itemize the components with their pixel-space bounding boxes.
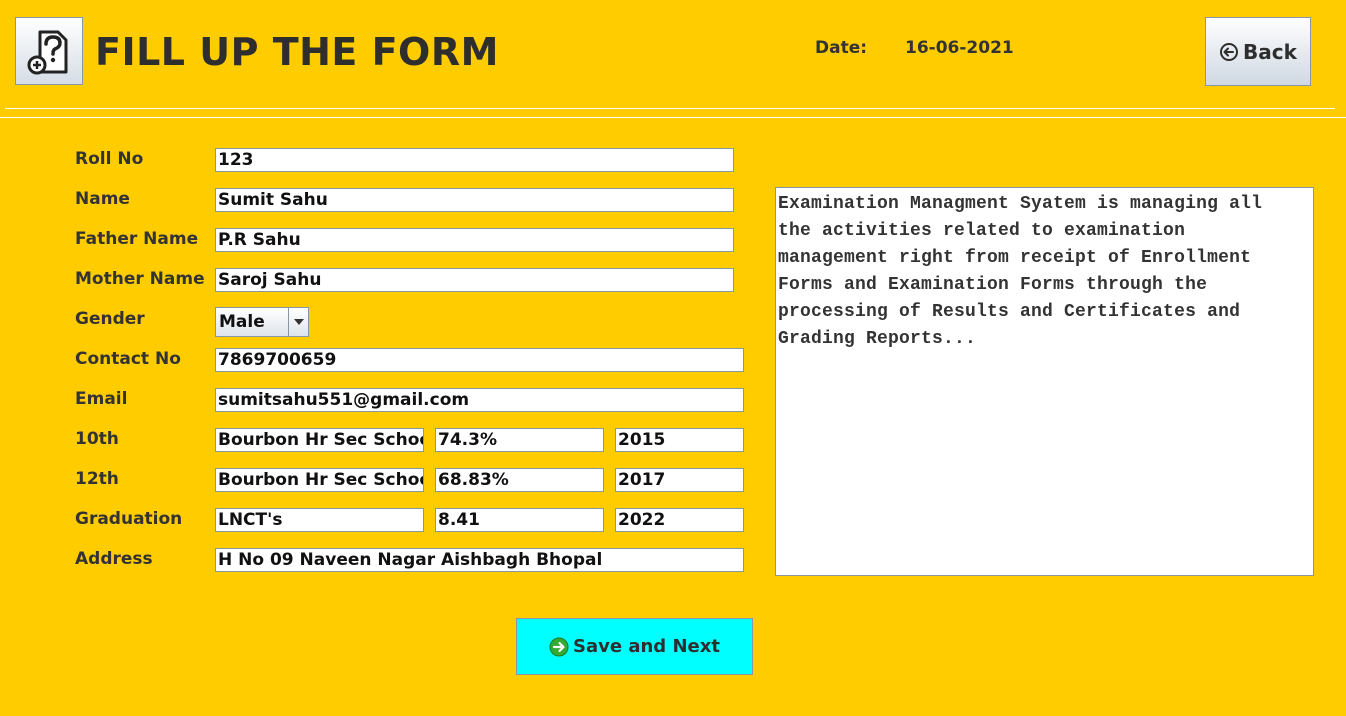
date-value: 16-06-2021: [905, 38, 1014, 58]
twelfth-score-field[interactable]: 68.83%: [435, 468, 604, 492]
save-and-next-label: Save and Next: [573, 636, 720, 657]
graduation-label: Graduation: [75, 509, 183, 529]
twelfth-school-field[interactable]: Bourbon Hr Sec School: [215, 468, 424, 492]
roll-no-label: Roll No: [75, 149, 144, 169]
twelfth-label: 12th: [75, 469, 119, 489]
save-and-next-button[interactable]: Save and Next: [516, 618, 753, 675]
arrow-right-circle-icon: [549, 637, 569, 656]
address-field[interactable]: H No 09 Naveen Nagar Aishbagh Bhopal: [215, 548, 744, 572]
chevron-down-icon[interactable]: [288, 308, 308, 336]
date-label: Date:: [815, 38, 868, 58]
header-divider-2: [0, 117, 1346, 118]
gender-selected-value: Male: [219, 312, 265, 332]
contact-no-field[interactable]: 7869700659: [215, 348, 744, 372]
name-label: Name: [75, 189, 130, 209]
header-divider: [5, 108, 1335, 109]
back-button[interactable]: Back: [1205, 17, 1311, 86]
name-field[interactable]: Sumit Sahu: [215, 188, 734, 212]
gender-label: Gender: [75, 309, 145, 329]
form-question-icon: [27, 30, 68, 75]
father-name-label: Father Name: [75, 229, 199, 249]
gender-select[interactable]: Male: [215, 307, 309, 337]
graduation-college-field[interactable]: LNCT's: [215, 508, 424, 532]
tenth-label: 10th: [75, 429, 119, 449]
back-arrow-icon: [1220, 42, 1239, 61]
form-logo: [15, 17, 83, 85]
roll-no-field[interactable]: 123: [215, 148, 734, 172]
email-field[interactable]: sumitsahu551@gmail.com: [215, 388, 744, 412]
graduation-year-field[interactable]: 2022: [615, 508, 744, 532]
mother-name-label: Mother Name: [75, 269, 205, 289]
graduation-score-field[interactable]: 8.41: [435, 508, 604, 532]
contact-no-label: Contact No: [75, 349, 181, 369]
tenth-score-field[interactable]: 74.3%: [435, 428, 604, 452]
page-title: FILL UP THE FORM: [95, 30, 499, 74]
father-name-field[interactable]: P.R Sahu: [215, 228, 734, 252]
twelfth-year-field[interactable]: 2017: [615, 468, 744, 492]
info-textarea[interactable]: Examination Managment Syatem is managing…: [775, 187, 1314, 576]
back-button-label: Back: [1243, 39, 1297, 64]
email-label: Email: [75, 389, 128, 409]
address-label: Address: [75, 549, 153, 569]
tenth-school-field[interactable]: Bourbon Hr Sec School: [215, 428, 424, 452]
tenth-year-field[interactable]: 2015: [615, 428, 744, 452]
mother-name-field[interactable]: Saroj Sahu: [215, 268, 734, 292]
